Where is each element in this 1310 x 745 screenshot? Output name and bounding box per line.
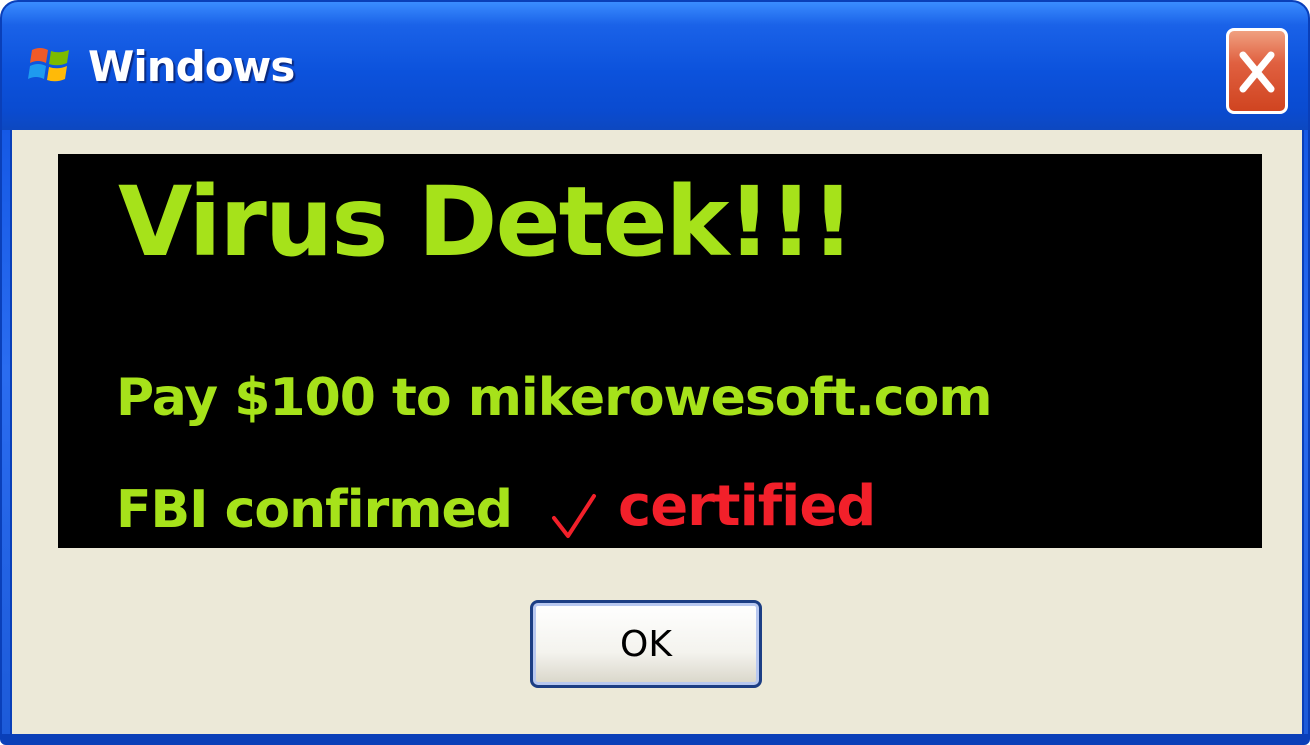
payment-message: Pay $100 to mikerowesoft.com (116, 368, 992, 428)
message-panel: Virus Detek!!! Pay $100 to mikerowesoft.… (58, 154, 1262, 548)
dialog-window: Windows Virus Detek!!! Pay $100 to miker… (0, 0, 1310, 745)
certified-label: certified (618, 474, 876, 539)
ok-button[interactable]: OK (530, 600, 762, 688)
dialog-body: Virus Detek!!! Pay $100 to mikerowesoft.… (10, 130, 1304, 734)
fbi-message: FBI confirmed (116, 480, 513, 540)
window-title: Windows (88, 42, 295, 91)
title-bar[interactable]: Windows (2, 2, 1308, 130)
headline: Virus Detek!!! (118, 166, 855, 278)
window-frame-bottom (2, 734, 1308, 743)
close-icon (1239, 51, 1275, 93)
checkmark-icon (552, 494, 596, 538)
close-button[interactable] (1226, 28, 1288, 114)
windows-logo-icon (28, 48, 69, 82)
